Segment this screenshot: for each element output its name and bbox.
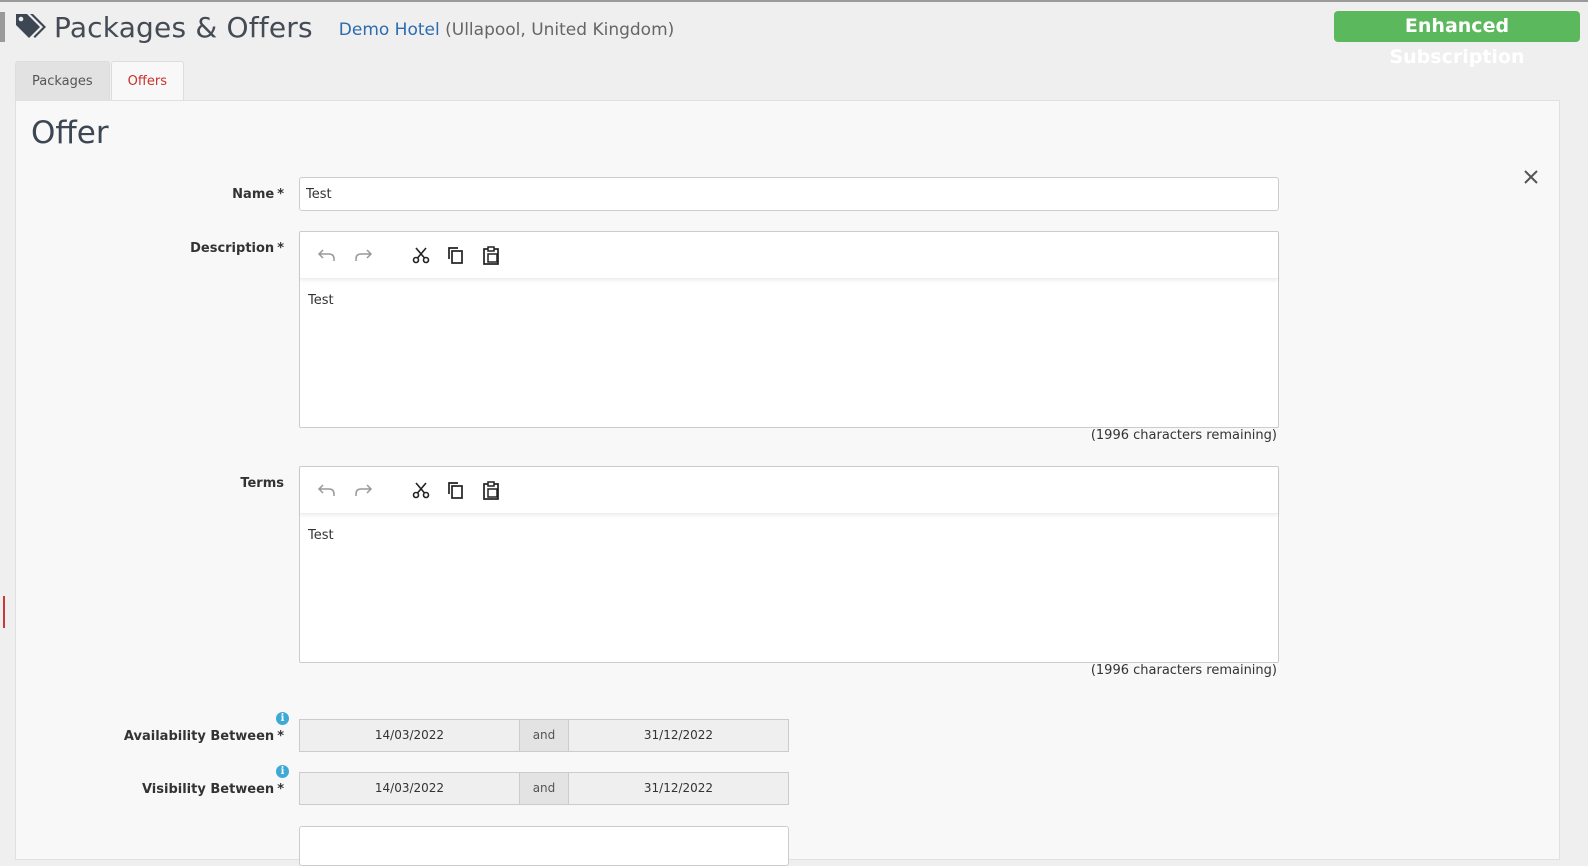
terms-label: Terms <box>240 476 284 491</box>
tab-packages[interactable]: Packages <box>15 61 110 101</box>
cut-icon[interactable] <box>410 479 432 501</box>
description-label-text: Description <box>190 241 275 256</box>
visibility-label-text: Visibility Between <box>141 782 275 797</box>
availability-label-text: Availability Between <box>123 729 275 744</box>
top-border <box>0 0 1588 2</box>
page-title: Packages & Offers <box>54 10 313 44</box>
visibility-date-range: 14/03/2022 and 31/12/2022 <box>299 772 789 805</box>
left-red-marker <box>3 596 5 628</box>
availability-date-range: 14/03/2022 and 31/12/2022 <box>299 719 789 752</box>
undo-icon[interactable] <box>316 479 338 501</box>
name-label: Name * <box>84 187 284 202</box>
redo-icon[interactable] <box>352 479 374 501</box>
required-mark: * <box>277 241 284 256</box>
copy-icon[interactable] <box>444 479 466 501</box>
availability-and-label: and <box>520 719 568 752</box>
visibility-info-icon[interactable]: i <box>276 765 289 778</box>
description-label: Description * <box>84 241 284 256</box>
paste-icon[interactable] <box>480 244 502 266</box>
required-mark: * <box>277 187 284 202</box>
terms-remaining: (1996 characters remaining) <box>1090 663 1277 678</box>
availability-to-date[interactable]: 31/12/2022 <box>568 719 789 752</box>
hotel-location: (Ullapool, United Kingdom) <box>445 20 675 40</box>
name-label-text: Name <box>232 187 275 202</box>
visibility-label: Visibility Between * <box>84 782 284 797</box>
availability-from-date[interactable]: 14/03/2022 <box>299 719 520 752</box>
visibility-from-date[interactable]: 14/03/2022 <box>299 772 520 805</box>
description-remaining: (1996 characters remaining) <box>1090 428 1277 443</box>
editor-toolbar <box>300 232 1278 279</box>
paste-icon[interactable] <box>480 479 502 501</box>
description-content[interactable]: Test <box>300 279 1278 322</box>
hotel-link[interactable]: Demo Hotel <box>339 20 440 40</box>
name-input[interactable] <box>299 177 1279 211</box>
required-mark: * <box>277 729 284 744</box>
form-heading: Offer <box>31 115 109 151</box>
tab-bar: Packages Offers <box>15 61 184 102</box>
terms-editor[interactable]: Test <box>299 466 1279 663</box>
next-field-partial[interactable] <box>299 826 789 866</box>
tab-offers[interactable]: Offers <box>110 61 184 102</box>
page-header: Packages & Offers Demo Hotel (Ullapool, … <box>14 4 674 50</box>
tags-icon <box>16 14 46 38</box>
hotel-info: Demo Hotel (Ullapool, United Kingdom) <box>339 14 675 40</box>
editor-toolbar <box>300 467 1278 514</box>
close-icon[interactable] <box>1521 167 1541 187</box>
offer-panel: Offer Name* Description* <box>15 100 1560 866</box>
required-mark: * <box>277 782 284 797</box>
cut-icon[interactable] <box>410 244 432 266</box>
redo-icon[interactable] <box>352 244 374 266</box>
terms-content[interactable]: Test <box>300 514 1278 557</box>
copy-icon[interactable] <box>444 244 466 266</box>
visibility-to-date[interactable]: 31/12/2022 <box>568 772 789 805</box>
availability-info-icon[interactable]: i <box>276 712 289 725</box>
subscription-badge: Enhanced Subscription <box>1334 11 1580 68</box>
visibility-and-label: and <box>520 772 568 805</box>
description-editor[interactable]: Test <box>299 231 1279 428</box>
undo-icon[interactable] <box>316 244 338 266</box>
left-edge-marker <box>0 12 5 42</box>
availability-label: Availability Between * <box>84 729 284 744</box>
